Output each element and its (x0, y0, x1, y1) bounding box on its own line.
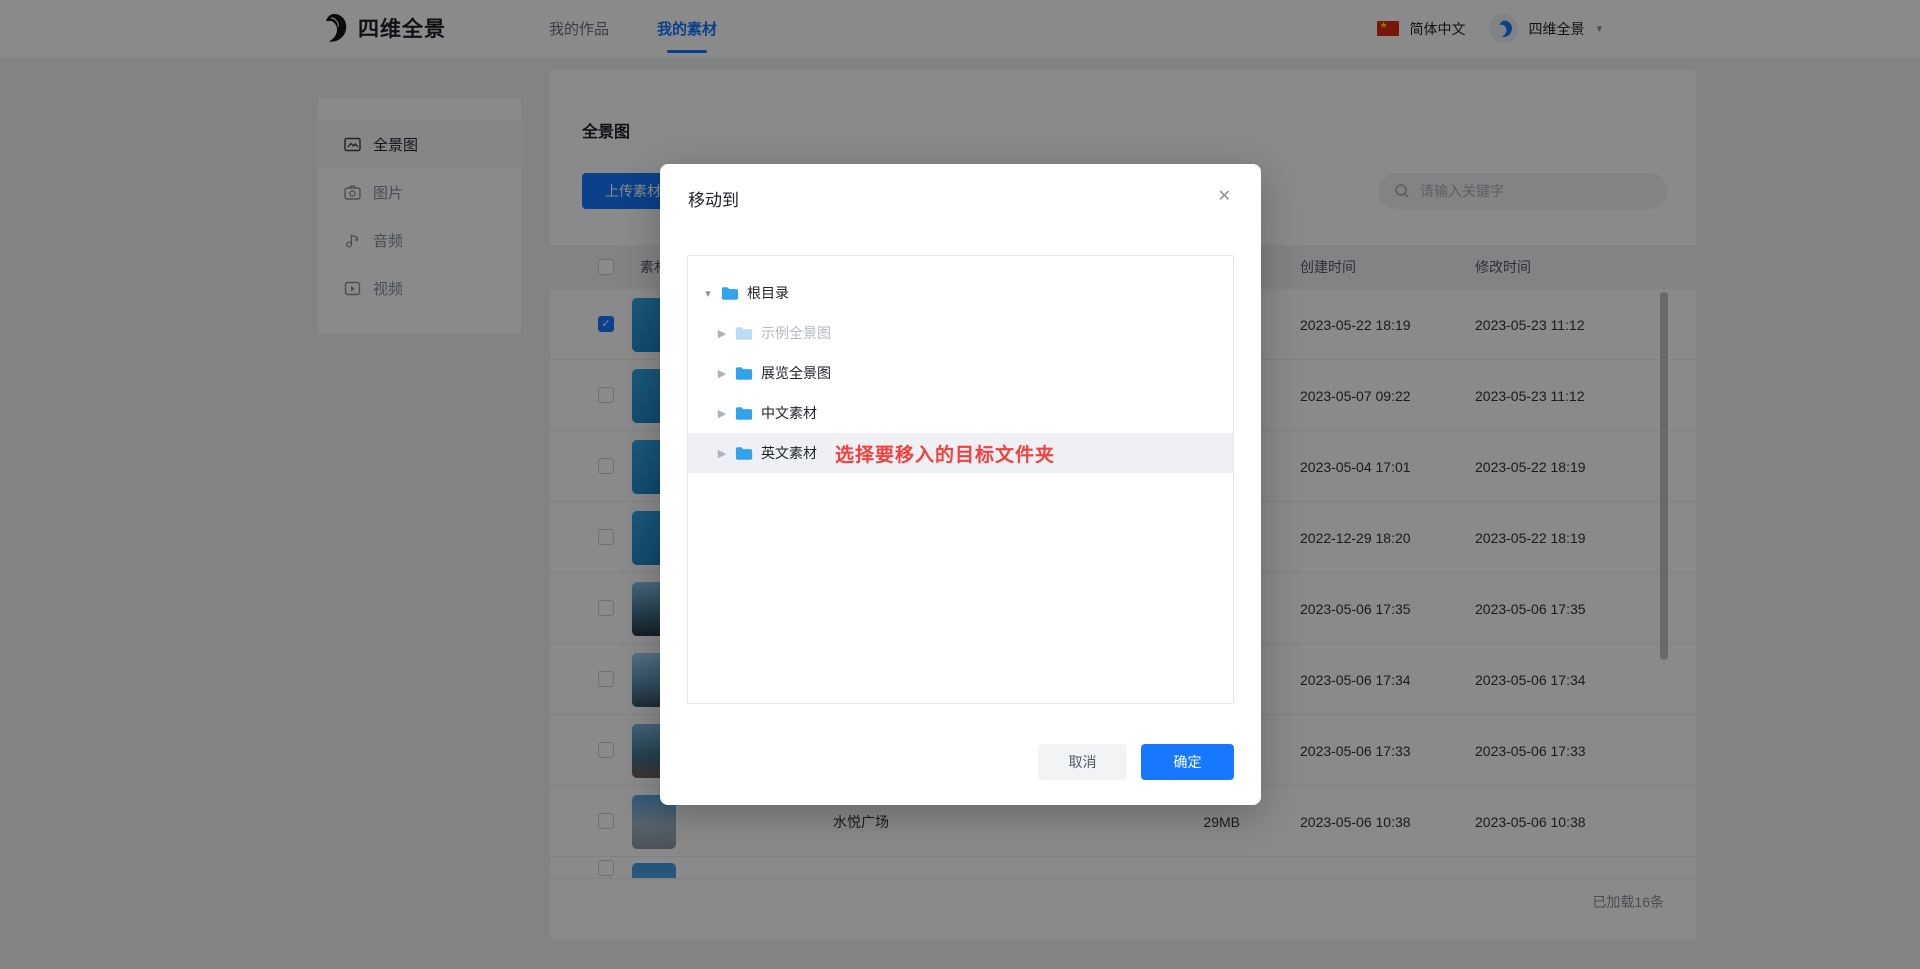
tree-item-chinese-materials[interactable]: ▶ 中文素材 (688, 393, 1233, 433)
tree-item-label: 展览全景图 (761, 363, 831, 383)
caret-right-icon[interactable]: ▶ (715, 407, 729, 420)
tree-item-root[interactable]: ▾ 根目录 (688, 273, 1233, 313)
cancel-button[interactable]: 取消 (1038, 744, 1127, 780)
folder-icon (735, 366, 753, 381)
tree-item-sample-panoramas[interactable]: ▶ 示例全景图 (688, 313, 1233, 353)
tree-item-english-materials[interactable]: ▶ 英文素材 选择要移入的目标文件夹 (688, 433, 1233, 473)
caret-right-icon[interactable]: ▶ (715, 327, 729, 340)
close-icon[interactable]: ✕ (1218, 186, 1231, 206)
folder-icon (735, 446, 753, 461)
caret-right-icon[interactable]: ▶ (715, 367, 729, 380)
tree-item-label: 根目录 (747, 283, 789, 303)
caret-right-icon[interactable]: ▶ (715, 447, 729, 460)
tree-item-exhibition-panoramas[interactable]: ▶ 展览全景图 (688, 353, 1233, 393)
folder-icon (735, 406, 753, 421)
confirm-button[interactable]: 确定 (1141, 744, 1234, 780)
tree-item-label: 中文素材 (761, 403, 817, 423)
move-to-dialog: 移动到 ✕ ▾ 根目录 ▶ 示例全景图 ▶ (660, 164, 1261, 805)
folder-tree: ▾ 根目录 ▶ 示例全景图 ▶ 展览全景图 ▶ (687, 255, 1234, 704)
folder-icon (721, 286, 739, 301)
annotation-text: 选择要移入的目标文件夹 (835, 440, 1055, 467)
tree-item-label: 英文素材 (761, 443, 817, 463)
caret-down-icon[interactable]: ▾ (701, 287, 715, 300)
tree-item-label: 示例全景图 (761, 323, 831, 343)
dialog-title: 移动到 (688, 186, 739, 211)
folder-icon (735, 326, 753, 341)
